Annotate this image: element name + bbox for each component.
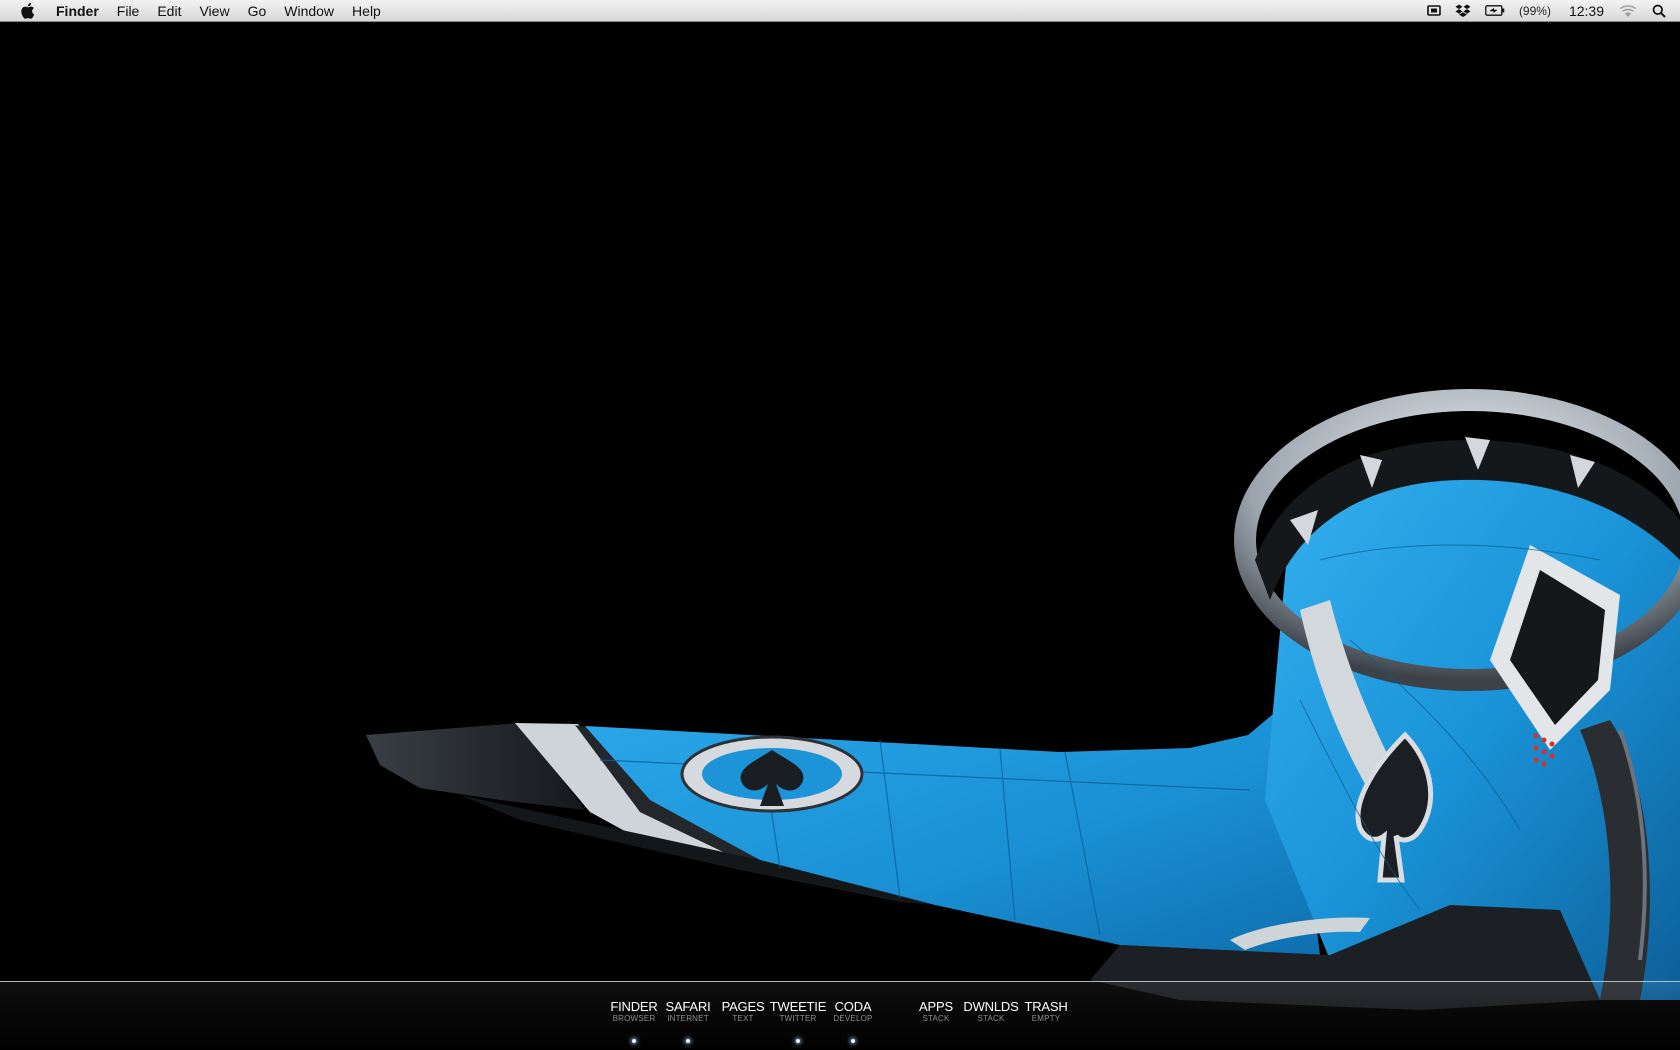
dock-item-subtitle: STACK <box>977 1014 1005 1023</box>
desktop: Finder File Edit View Go Window Help (99… <box>0 0 1680 1050</box>
menu-app-finder[interactable]: Finder <box>48 0 108 22</box>
running-indicator-icon <box>851 1039 855 1043</box>
running-indicator-icon <box>686 1039 690 1043</box>
apple-logo-icon[interactable] <box>18 2 36 20</box>
dock-item-title: FINDER <box>610 999 658 1014</box>
dock: FINDER BROWSER SAFARI INTERNET PAGES TEX… <box>0 1000 1680 1050</box>
menu-bar: Finder File Edit View Go Window Help (99… <box>0 0 1680 22</box>
dock-item-downloads-stack[interactable]: DWNLDS STACK <box>961 999 1021 1024</box>
dock-item-title: TWEETIE <box>769 999 827 1014</box>
dock-item-title: CODA <box>834 999 872 1014</box>
wallpaper-airplane <box>366 389 1680 1010</box>
menu-file[interactable]: File <box>108 0 149 22</box>
display-mirror-icon[interactable] <box>1427 0 1441 22</box>
dock-item-safari[interactable]: SAFARI INTERNET <box>658 1000 718 1043</box>
dock-item-subtitle: TEXT <box>732 1014 754 1023</box>
dock-item-title: DWNLDS <box>963 999 1019 1014</box>
dock-item-apps-stack[interactable]: APPS STACK <box>906 999 966 1024</box>
menu-go[interactable]: Go <box>239 0 276 22</box>
running-indicator-icon <box>632 1039 636 1043</box>
dock-item-subtitle: TWITTER <box>779 1014 817 1023</box>
dock-item-pages[interactable]: PAGES TEXT <box>713 999 773 1024</box>
dock-item-coda[interactable]: CODA DEVELOP <box>823 1000 883 1043</box>
battery-percentage: (99%) <box>1518 3 1551 18</box>
dock-item-subtitle: BROWSER <box>612 1014 656 1023</box>
running-indicator-icon <box>796 1039 800 1043</box>
menu-help[interactable]: Help <box>343 0 390 22</box>
dock-item-finder[interactable]: FINDER BROWSER <box>604 1000 664 1043</box>
menu-view[interactable]: View <box>190 0 238 22</box>
dock-item-title: PAGES <box>721 999 765 1014</box>
dock-item-title: SAFARI <box>665 999 711 1014</box>
dock-item-subtitle: EMPTY <box>1031 1014 1061 1023</box>
spotlight-search-icon[interactable] <box>1652 0 1666 22</box>
wifi-icon[interactable] <box>1618 0 1638 22</box>
battery-icon[interactable] <box>1485 0 1505 22</box>
dock-item-tweetie[interactable]: TWEETIE TWITTER <box>768 1000 828 1043</box>
dock-item-trash[interactable]: TRASH EMPTY <box>1016 999 1076 1024</box>
dock-item-subtitle: STACK <box>922 1014 950 1023</box>
dock-item-subtitle: DEVELOP <box>833 1014 873 1023</box>
menu-clock[interactable]: 12:39 <box>1569 3 1604 19</box>
dock-item-subtitle: INTERNET <box>667 1014 709 1023</box>
menu-window[interactable]: Window <box>275 0 343 22</box>
dropbox-icon[interactable] <box>1455 0 1471 22</box>
dock-item-title: APPS <box>919 999 953 1014</box>
menu-edit[interactable]: Edit <box>148 0 190 22</box>
dock-item-title: TRASH <box>1024 999 1068 1014</box>
spade-emblem-icon <box>680 735 864 813</box>
